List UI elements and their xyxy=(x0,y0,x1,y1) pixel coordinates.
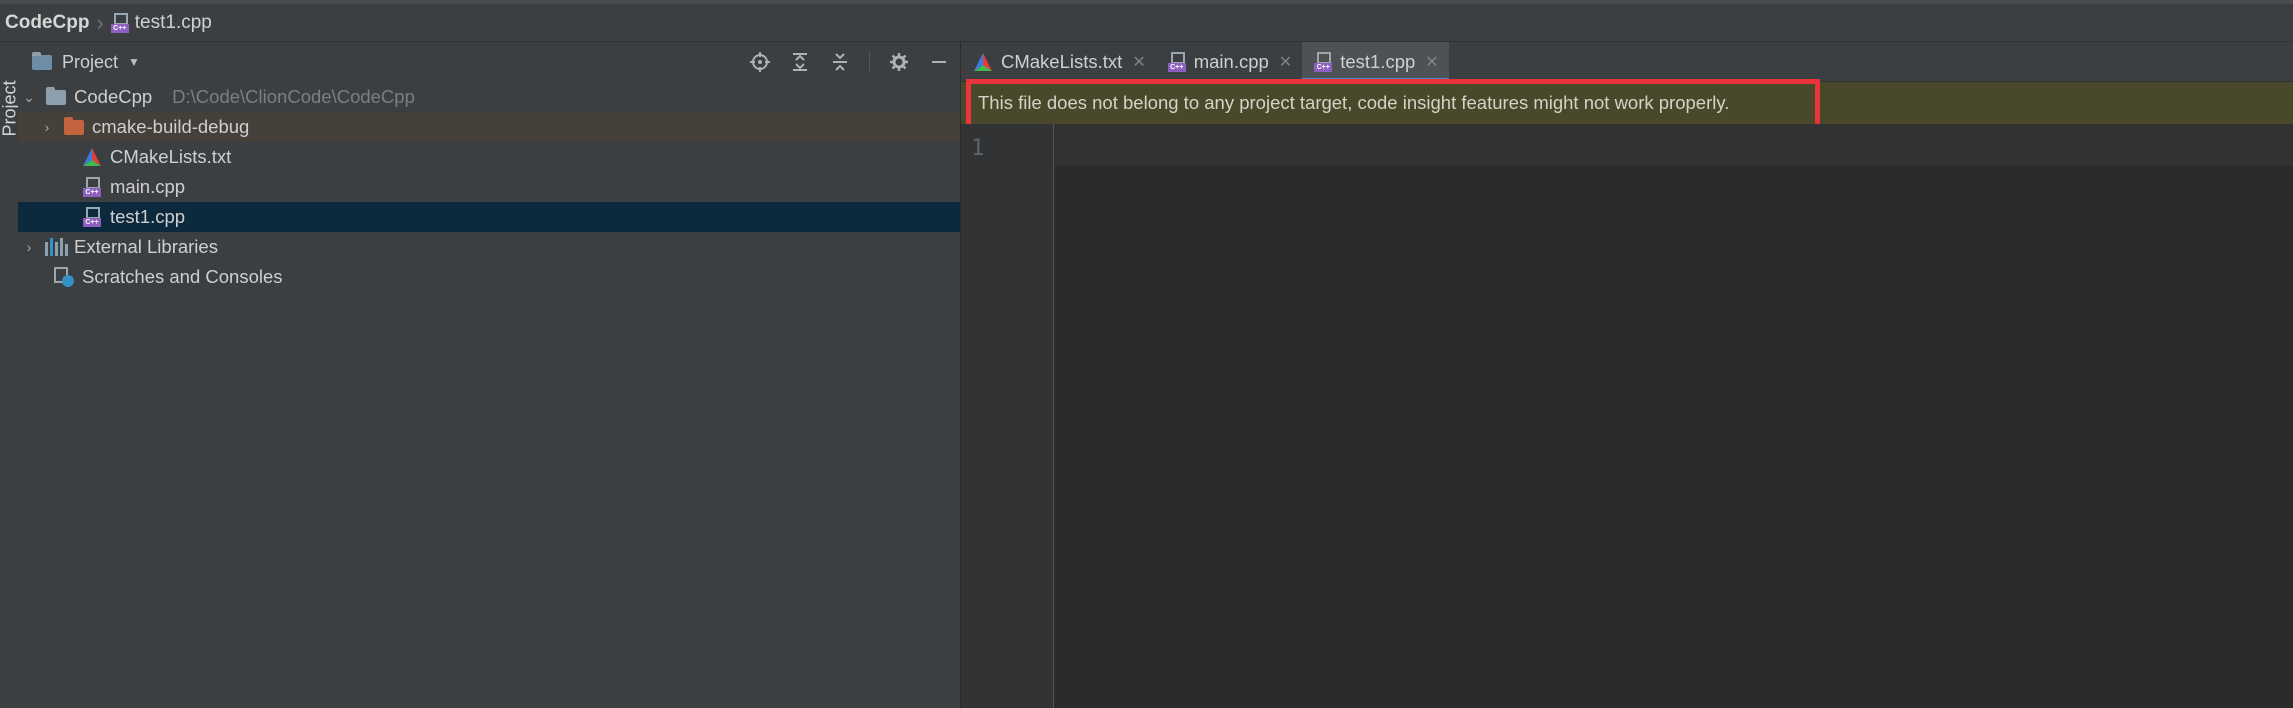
cmake-icon xyxy=(82,147,102,167)
chevron-right-icon[interactable]: › xyxy=(20,239,38,255)
highlight-box xyxy=(966,79,1820,129)
tab-label: CMakeLists.txt xyxy=(1001,50,1123,72)
tree-item-label: CMakeLists.txt xyxy=(110,146,232,167)
tab-test1-cpp[interactable]: C++ test1.cpp ✕ xyxy=(1302,42,1450,81)
cpp-file-icon: C++ xyxy=(110,12,129,33)
cpp-file-icon: C++ xyxy=(82,177,102,197)
project-panel-title[interactable]: Project xyxy=(62,52,118,73)
tab-cmakelists[interactable]: CMakeLists.txt ✕ xyxy=(961,42,1156,81)
tab-main-cpp[interactable]: C++ main.cpp ✕ xyxy=(1156,42,1302,81)
tree-item-label: Scratches and Consoles xyxy=(82,266,283,287)
breadcrumb-project[interactable]: CodeCpp xyxy=(5,12,89,34)
cpp-file-icon: C++ xyxy=(1314,51,1333,72)
tree-item-label: CodeCpp xyxy=(74,86,153,107)
project-path: D:\Code\ClionCode\CodeCpp xyxy=(172,86,415,107)
folder-icon xyxy=(46,86,66,107)
editor-gutter: 1 xyxy=(961,124,1054,708)
cmake-icon xyxy=(973,52,993,72)
project-tree: ⌄ CodeCpp D:\Code\ClionCode\CodeCpp › cm… xyxy=(18,82,960,292)
chevron-right-icon[interactable]: › xyxy=(38,119,56,135)
close-icon[interactable]: ✕ xyxy=(1279,52,1292,72)
project-panel-header: Project ▼ xyxy=(18,42,960,82)
tree-item-codecpp[interactable]: ⌄ CodeCpp D:\Code\ClionCode\CodeCpp xyxy=(18,82,960,112)
chevron-down-icon[interactable]: ⌄ xyxy=(20,89,38,106)
toolbar-divider xyxy=(869,51,870,73)
locate-icon[interactable] xyxy=(749,51,771,73)
tree-item-label: External Libraries xyxy=(74,236,218,257)
tree-item-label: cmake-build-debug xyxy=(92,116,250,137)
library-icon xyxy=(44,237,68,257)
tree-item-label: test1.cpp xyxy=(110,206,186,227)
minimize-icon[interactable] xyxy=(928,51,950,73)
tab-label: test1.cpp xyxy=(1340,50,1416,72)
close-icon[interactable]: ✕ xyxy=(1132,52,1145,72)
tree-item-external-libraries[interactable]: › External Libraries xyxy=(18,232,960,262)
close-icon[interactable]: ✕ xyxy=(1425,52,1438,72)
cpp-file-icon: C++ xyxy=(1167,51,1186,72)
folder-orange-icon xyxy=(64,116,84,137)
line-number: 1 xyxy=(971,136,985,161)
project-view-icon xyxy=(32,51,52,70)
expand-all-icon[interactable] xyxy=(789,51,811,73)
left-tool-strip: Project xyxy=(0,42,20,708)
editor-tabs: CMakeLists.txt ✕ C++ main.cpp ✕ C++ test… xyxy=(961,42,2293,82)
tree-item-scratches[interactable]: Scratches and Consoles xyxy=(18,262,960,292)
tree-item-cmakelists[interactable]: CMakeLists.txt xyxy=(18,142,960,172)
gear-icon[interactable] xyxy=(888,51,910,73)
tree-item-main-cpp[interactable]: C++ main.cpp xyxy=(18,172,960,202)
breadcrumb-file[interactable]: test1.cpp xyxy=(135,12,212,34)
scratch-icon xyxy=(54,267,74,287)
tree-item-cmake-build-debug[interactable]: › cmake-build-debug xyxy=(18,112,960,142)
navigation-bar: CodeCpp › C++ test1.cpp xyxy=(0,0,2293,42)
code-editor[interactable] xyxy=(1054,124,2293,708)
breadcrumb-separator-icon: › xyxy=(96,9,104,35)
cpp-file-icon: C++ xyxy=(82,207,102,227)
chevron-down-icon[interactable]: ▼ xyxy=(128,55,140,69)
collapse-all-icon[interactable] xyxy=(829,51,851,73)
current-line-highlight xyxy=(1054,124,2293,166)
tree-item-test1-cpp[interactable]: C++ test1.cpp xyxy=(18,202,960,232)
tree-item-label: main.cpp xyxy=(110,176,186,197)
project-panel: Project ▼ ⌄ CodeCpp D:\Code\ClionCode\Co… xyxy=(18,42,961,708)
tab-label: main.cpp xyxy=(1193,50,1269,72)
